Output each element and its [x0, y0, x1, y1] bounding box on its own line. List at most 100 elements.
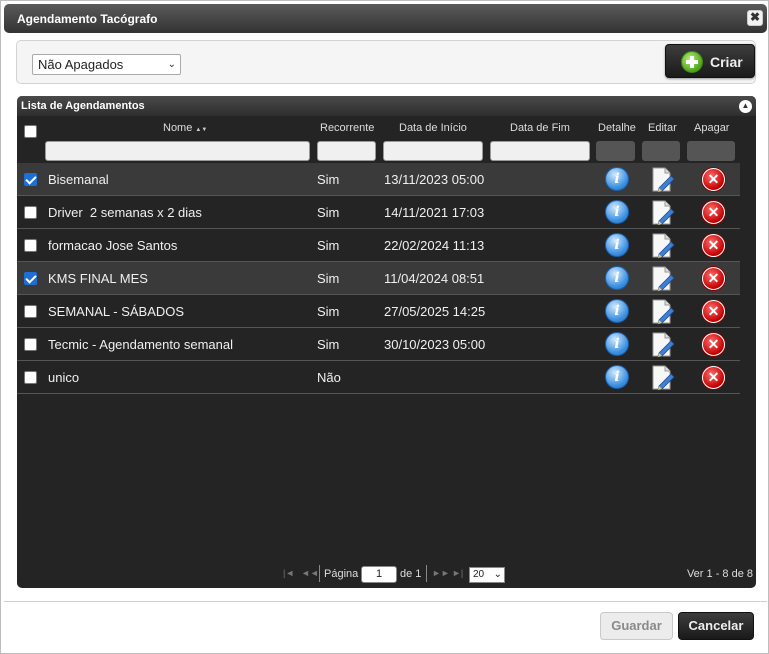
- table-row[interactable]: SEMANAL - SÁBADOS Sim 27/05/2025 14:25 i…: [17, 295, 740, 328]
- row-checkbox[interactable]: [24, 206, 37, 219]
- edit-document-icon[interactable]: [651, 167, 675, 193]
- edit-document-icon[interactable]: [651, 233, 675, 259]
- info-icon[interactable]: i: [605, 167, 629, 191]
- cell-data-inicio: 22/02/2024 11:13: [384, 238, 485, 253]
- info-icon[interactable]: i: [605, 266, 629, 290]
- edit-document-icon[interactable]: [651, 299, 675, 325]
- cell-recorrente: Não: [317, 370, 341, 385]
- edit-document-icon[interactable]: [651, 200, 675, 226]
- cell-data-inicio: 30/10/2023 05:00: [384, 337, 486, 352]
- last-page-icon[interactable]: ►|: [452, 568, 463, 578]
- cell-data-inicio: 11/04/2024 08:51: [384, 271, 485, 286]
- cell-recorrente: Sim: [317, 271, 340, 286]
- header-data-inicio[interactable]: Data de Início: [399, 122, 467, 134]
- dialog-window: Agendamento Tacógrafo ✖ Não Apagados ⌄ C…: [0, 0, 769, 654]
- row-checkbox[interactable]: [24, 272, 37, 285]
- dialog-title: Agendamento Tacógrafo: [17, 12, 158, 26]
- delete-x-icon[interactable]: ✕: [702, 366, 725, 389]
- filter-recorrente-input[interactable]: [317, 141, 376, 161]
- chevron-down-icon: ⌄: [167, 59, 176, 70]
- rows-per-page-value: 20: [473, 569, 485, 580]
- rows-per-page-select[interactable]: 20 ⌄: [469, 567, 505, 583]
- cell-recorrente: Sim: [317, 205, 340, 220]
- cell-recorrente: Sim: [317, 337, 340, 352]
- delete-x-icon[interactable]: ✕: [702, 267, 725, 290]
- save-button[interactable]: Guardar: [600, 612, 673, 640]
- page-number-input[interactable]: 1: [361, 566, 397, 583]
- header-detalhe: Detalhe: [598, 122, 636, 134]
- sort-icon: ▲▼: [195, 127, 208, 133]
- info-icon[interactable]: i: [605, 299, 629, 323]
- cancel-button[interactable]: Cancelar: [678, 612, 754, 640]
- grid-caption: Lista de Agendamentos ▲: [17, 96, 756, 116]
- close-icon[interactable]: ✖: [747, 10, 763, 26]
- grid-caption-title: Lista de Agendamentos: [21, 100, 145, 112]
- info-icon[interactable]: i: [605, 332, 629, 356]
- cell-data-inicio: 13/11/2023 05:00: [384, 172, 485, 187]
- edit-document-icon[interactable]: [651, 266, 675, 292]
- delete-x-icon[interactable]: ✕: [702, 333, 725, 356]
- cell-recorrente: Sim: [317, 304, 340, 319]
- cell-data-inicio: 27/05/2025 14:25: [384, 304, 486, 319]
- filter-apagar-cell: [687, 141, 735, 161]
- delete-x-icon[interactable]: ✕: [702, 300, 725, 323]
- add-plus-icon: [681, 51, 703, 73]
- table-row[interactable]: Bisemanal Sim 13/11/2023 05:00 i ✕: [17, 163, 740, 196]
- info-icon[interactable]: i: [605, 200, 629, 224]
- prev-page-icon[interactable]: ◄◄: [301, 568, 319, 578]
- edit-document-icon[interactable]: [651, 332, 675, 358]
- edit-document-icon[interactable]: [651, 365, 675, 391]
- cell-nome: Bisemanal: [48, 172, 109, 187]
- cell-data-inicio: 14/11/2021 17:03: [384, 205, 485, 220]
- header-nome-label: Nome: [163, 122, 193, 134]
- header-recorrente[interactable]: Recorrente: [320, 122, 374, 134]
- table-row[interactable]: unico Não i ✕: [17, 361, 740, 394]
- header-data-fim[interactable]: Data de Fim: [510, 122, 570, 134]
- filter-select[interactable]: Não Apagados ⌄: [32, 54, 181, 75]
- select-all-checkbox[interactable]: [24, 125, 37, 138]
- info-icon[interactable]: i: [605, 233, 629, 257]
- delete-x-icon[interactable]: ✕: [702, 201, 725, 224]
- row-checkbox[interactable]: [24, 173, 37, 186]
- delete-x-icon[interactable]: ✕: [702, 168, 725, 191]
- pager-separator: [319, 565, 320, 582]
- table-row[interactable]: KMS FINAL MES Sim 11/04/2024 08:51 i ✕: [17, 262, 740, 295]
- cell-recorrente: Sim: [317, 238, 340, 253]
- cell-recorrente: Sim: [317, 172, 340, 187]
- info-icon[interactable]: i: [605, 365, 629, 389]
- cell-nome: Tecmic - Agendamento semanal: [48, 337, 233, 352]
- create-button[interactable]: Criar: [665, 44, 755, 78]
- toolbar: Não Apagados ⌄ Criar: [16, 40, 756, 84]
- table-row[interactable]: formacao Jose Santos Sim 22/02/2024 11:1…: [17, 229, 740, 262]
- cell-nome: formacao Jose Santos: [48, 238, 178, 253]
- filter-data-inicio-input[interactable]: [383, 141, 483, 161]
- chevron-down-icon: ⌄: [493, 569, 502, 580]
- dialog-titlebar: Agendamento Tacógrafo ✖: [4, 4, 767, 33]
- delete-x-icon[interactable]: ✕: [702, 234, 725, 257]
- records-summary: Ver 1 - 8 de 8: [686, 568, 753, 580]
- next-page-icon[interactable]: ►►: [432, 568, 450, 578]
- filter-nome-input[interactable]: [45, 141, 310, 161]
- row-checkbox[interactable]: [24, 338, 37, 351]
- row-checkbox[interactable]: [24, 305, 37, 318]
- filter-select-value: Não Apagados: [38, 57, 124, 72]
- schedules-grid: Lista de Agendamentos ▲ Nome ▲▼ Recorren…: [17, 96, 756, 588]
- cell-nome: SEMANAL - SÁBADOS: [48, 304, 185, 319]
- row-checkbox[interactable]: [24, 239, 37, 252]
- page-label: Página: [324, 568, 359, 580]
- filter-detalhe-cell: [596, 141, 635, 161]
- filter-data-fim-input[interactable]: [490, 141, 590, 161]
- collapse-icon[interactable]: ▲: [739, 100, 752, 113]
- header-apagar: Apagar: [694, 122, 730, 134]
- table-row[interactable]: Driver 2 semanas x 2 dias Sim 14/11/2021…: [17, 196, 740, 229]
- first-page-icon[interactable]: |◄: [283, 568, 294, 578]
- cell-nome: Driver 2 semanas x 2 dias: [48, 205, 202, 220]
- header-editar: Editar: [648, 122, 677, 134]
- page-count-label: de 1: [400, 568, 422, 580]
- row-checkbox[interactable]: [24, 371, 37, 384]
- pager-separator: [426, 565, 427, 582]
- header-nome[interactable]: Nome ▲▼: [163, 122, 207, 134]
- cell-nome: KMS FINAL MES: [48, 271, 148, 286]
- create-button-label: Criar: [710, 54, 743, 70]
- table-row[interactable]: Tecmic - Agendamento semanal Sim 30/10/2…: [17, 328, 740, 361]
